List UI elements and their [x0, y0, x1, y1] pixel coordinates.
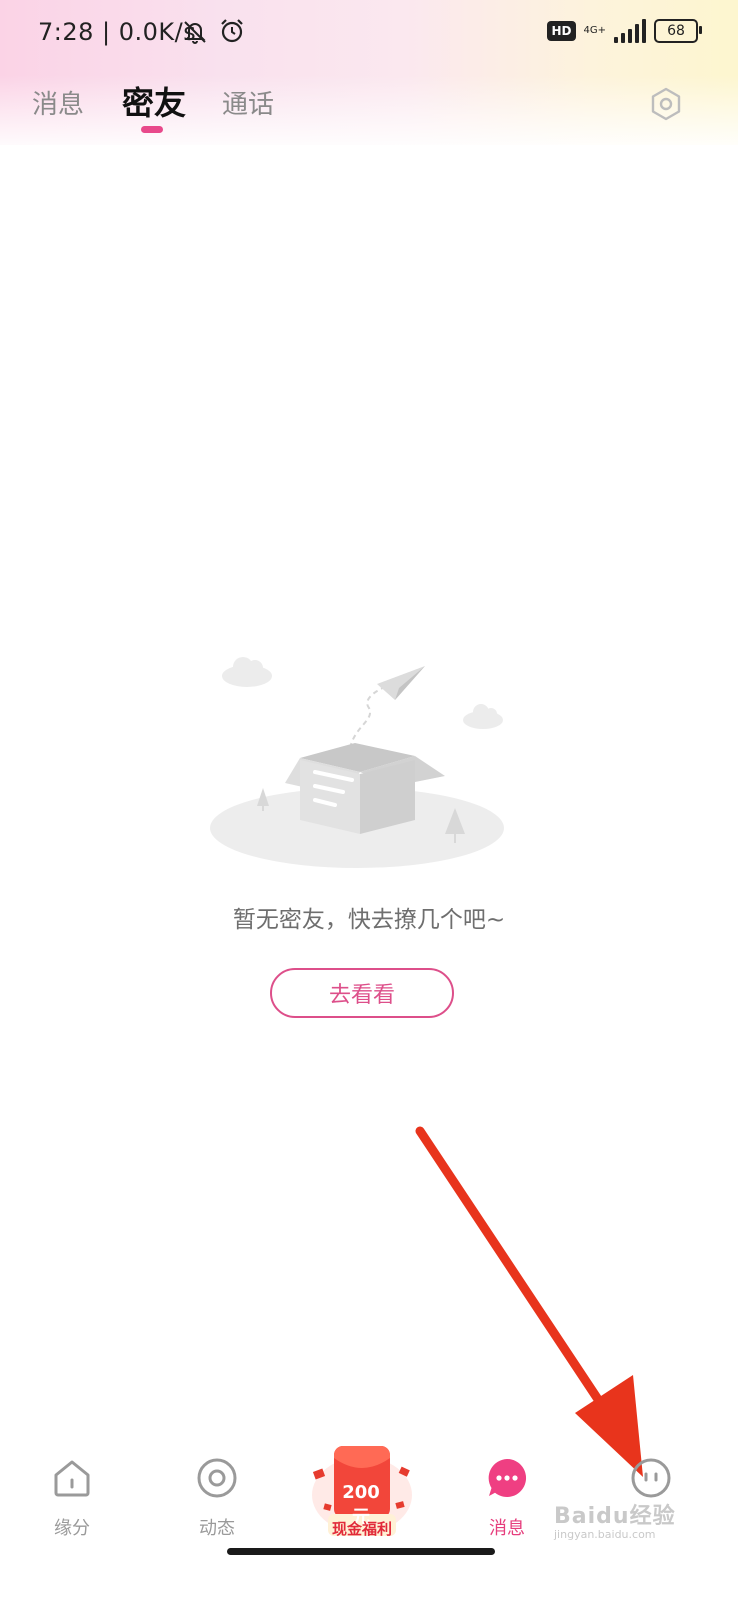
signal-icon — [614, 19, 646, 43]
status-bar: 7:28 | 0.0K/s HD 4G+ 68 — [0, 0, 738, 64]
nav-item-fate[interactable]: 缘分 — [17, 1456, 127, 1540]
watermark-brand: Baidu经验 — [554, 1504, 676, 1529]
tab-calls[interactable]: 通话 — [222, 84, 274, 121]
home-indicator[interactable] — [227, 1548, 495, 1555]
nav-item-moments[interactable]: 动态 — [162, 1456, 272, 1540]
hd-badge: HD — [547, 21, 576, 41]
nav-item-messages[interactable]: 消息 — [452, 1456, 562, 1540]
moments-icon — [197, 1458, 237, 1498]
status-time: 7:28 | 0.0K/s — [38, 18, 197, 46]
alarm-icon — [221, 19, 243, 43]
tab-close-friends[interactable]: 密友 — [122, 78, 186, 124]
home-icon — [54, 1460, 90, 1497]
profile-icon — [631, 1458, 671, 1498]
red-arrow-annotation — [415, 1126, 643, 1477]
nav-label-messages: 消息 — [489, 1518, 525, 1539]
network-type: 4G+ — [583, 25, 607, 36]
status-right-group: HD 4G+ 68 — [547, 16, 702, 46]
promo-label: 现金福利 — [331, 1520, 392, 1538]
watermark-url: jingyan.baidu.com — [554, 1528, 656, 1541]
battery-level: 68 — [667, 23, 685, 39]
active-tab-indicator — [141, 126, 163, 133]
mute-icon — [184, 21, 206, 44]
empty-state-message: 暂无密友，快去撩几个吧~ — [232, 907, 506, 933]
baidu-watermark: Baidu经验 jingyan.baidu.com — [554, 1498, 676, 1541]
nav-label-fate: 缘分 — [54, 1518, 90, 1539]
empty-box-illustration — [210, 657, 504, 868]
settings-icon[interactable] — [648, 86, 684, 122]
go-browse-button[interactable]: 去看看 — [270, 968, 454, 1018]
battery-icon: 68 — [654, 19, 702, 43]
nav-label-moments: 动态 — [199, 1518, 235, 1539]
top-tab-bar: 消息 密友 通话 — [0, 80, 738, 140]
message-icon — [488, 1459, 527, 1497]
tab-messages[interactable]: 消息 — [32, 84, 84, 121]
